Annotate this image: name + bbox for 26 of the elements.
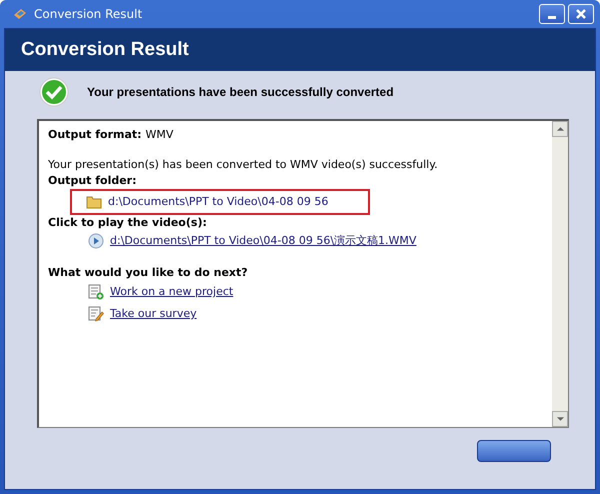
videos-label: Click to play the video(s): bbox=[48, 216, 207, 229]
folder-label: Output folder: bbox=[48, 174, 137, 187]
format-label: Output format: bbox=[48, 128, 142, 141]
format-value: WMV bbox=[146, 128, 174, 141]
scroll-up-icon[interactable] bbox=[556, 126, 564, 132]
scroll-down-icon[interactable] bbox=[556, 416, 564, 422]
close-button[interactable] bbox=[568, 4, 594, 24]
app-icon bbox=[12, 6, 28, 22]
minimize-icon bbox=[548, 16, 556, 18]
action-link[interactable]: Work on a new project bbox=[110, 284, 234, 300]
next-label: What would you like to do next? bbox=[48, 266, 248, 279]
minimize-button[interactable] bbox=[539, 4, 565, 24]
document-pencil-icon bbox=[88, 306, 104, 322]
scrollbar[interactable] bbox=[552, 121, 568, 427]
video-link[interactable]: d:\Documents\PPT to Video\04-08 09 56\演示文稿1.WMV bbox=[110, 233, 416, 249]
summary-text: Your presentation(s) has been converted to WMV video(s) successfully. bbox=[48, 158, 438, 171]
action-link[interactable]: Take our survey bbox=[110, 306, 197, 322]
dialog-button[interactable] bbox=[477, 440, 551, 462]
window-title: Conversion Result bbox=[34, 7, 144, 21]
folder-link[interactable]: d:\Documents\PPT to Video\04-08 09 56 bbox=[108, 194, 328, 210]
folder-icon bbox=[86, 194, 102, 210]
new-document-icon bbox=[88, 284, 104, 300]
status-message: Your presentations have been successfully converted bbox=[87, 85, 394, 99]
checkmark-icon bbox=[39, 77, 69, 107]
header-title: Conversion Result bbox=[21, 39, 189, 61]
play-icon bbox=[88, 233, 104, 249]
